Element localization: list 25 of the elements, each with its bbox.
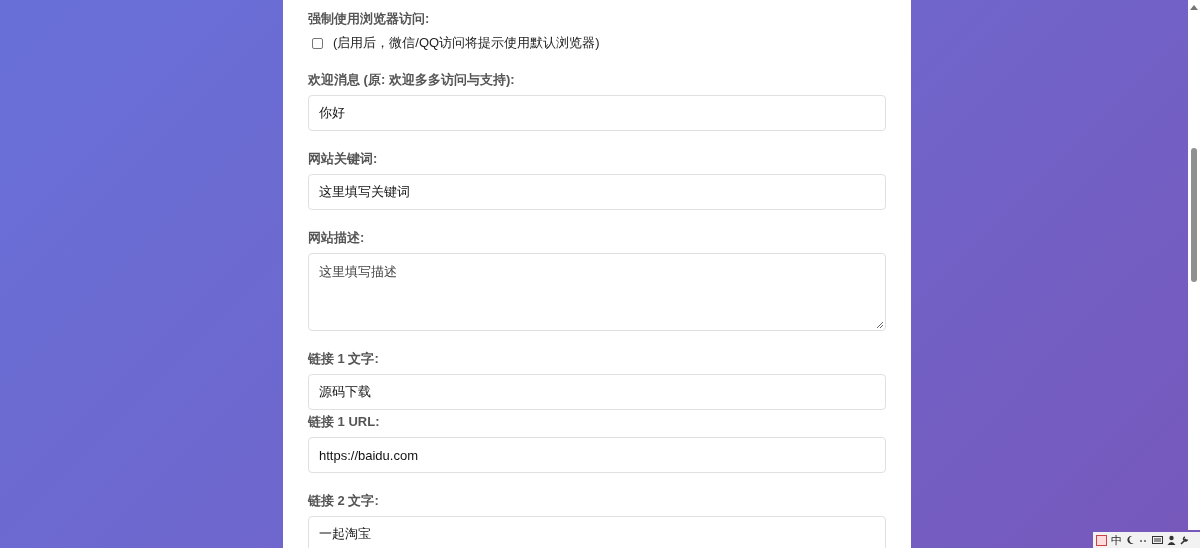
ime-logo-icon[interactable]: [1096, 534, 1107, 546]
checkbox-hint: (启用后，微信/QQ访问将提示使用默认浏览器): [333, 34, 600, 52]
wrench-icon[interactable]: [1180, 535, 1189, 545]
input-field[interactable]: https://baidu.com: [308, 437, 886, 473]
input-field[interactable]: 你好: [308, 95, 886, 131]
field-label: 链接 1 文字:: [308, 350, 379, 368]
textarea-field[interactable]: 这里填写描述: [308, 253, 886, 331]
scrollbar[interactable]: [1188, 0, 1200, 530]
resize-grip-icon[interactable]: [876, 321, 884, 329]
field-label: 网站描述:: [308, 229, 365, 247]
input-field[interactable]: 源码下载: [308, 374, 886, 410]
field-label: 欢迎消息 (原: 欢迎多多访问与支持):: [308, 71, 515, 89]
user-icon[interactable]: [1167, 535, 1176, 545]
field-label: 链接 2 文字:: [308, 492, 379, 510]
ime-mode-toggle[interactable]: 中: [1111, 534, 1122, 546]
input-field[interactable]: 一起淘宝: [308, 516, 886, 548]
input-field[interactable]: 这里填写关键词: [308, 174, 886, 210]
field-label: 强制使用浏览器访问:: [308, 10, 430, 28]
scroll-thumb[interactable]: [1191, 148, 1197, 282]
field-label: 网站关键词:: [308, 150, 378, 168]
checkbox[interactable]: [312, 37, 323, 49]
scroll-up-icon[interactable]: [1190, 4, 1198, 10]
field-label: 链接 1 URL:: [308, 413, 380, 431]
moon-icon[interactable]: [1126, 535, 1135, 545]
keyboard-icon[interactable]: [1152, 536, 1163, 544]
